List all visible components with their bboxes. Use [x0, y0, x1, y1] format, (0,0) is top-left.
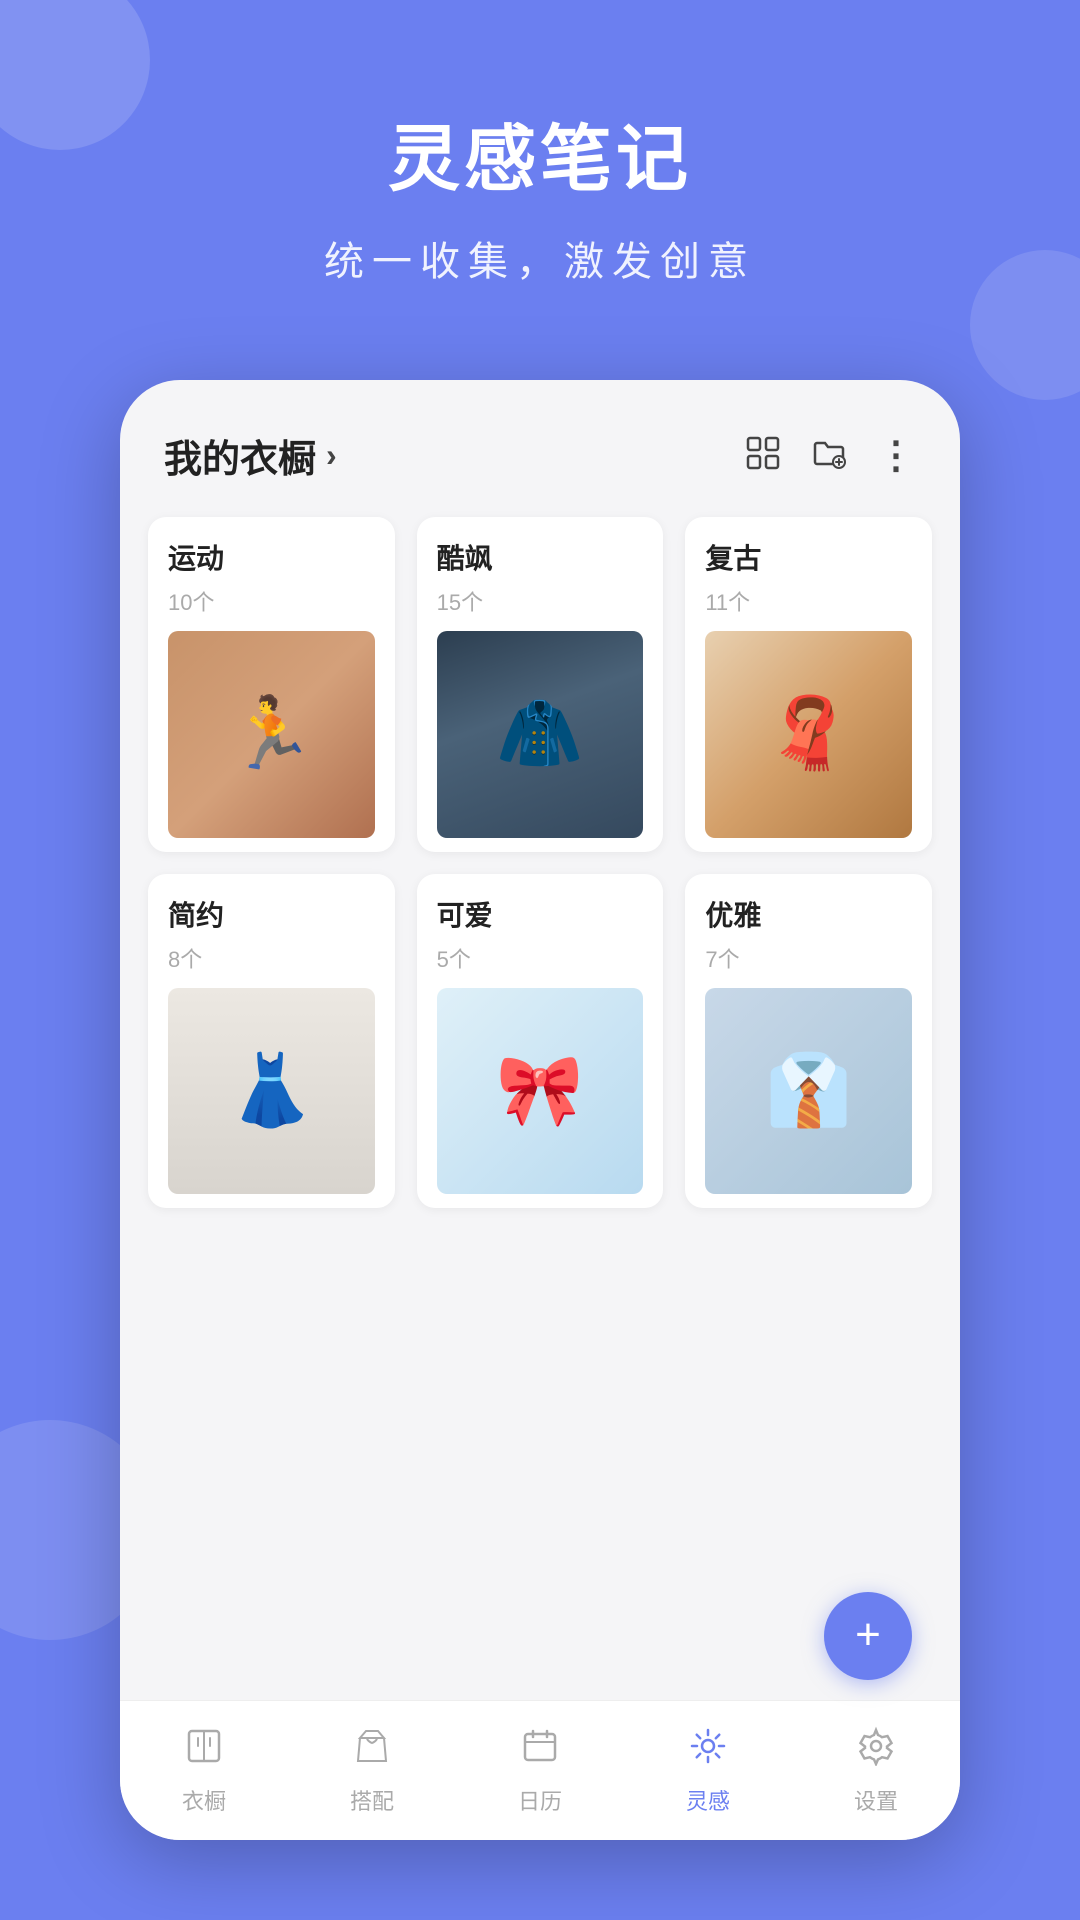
item-image-cute: 🎀: [437, 988, 644, 1195]
fab-plus-icon: +: [855, 1613, 881, 1657]
nav-label-calendar: 日历: [518, 1784, 562, 1816]
phone-card: 我的衣橱 › ⋮: [120, 380, 960, 1840]
item-count-elegant: 7个: [705, 942, 912, 974]
nav-label-match: 搭配: [350, 1784, 394, 1816]
calendar-icon: [520, 1726, 560, 1776]
item-name-elegant: 优雅: [705, 894, 912, 934]
item-name-cute: 可爱: [437, 894, 644, 934]
item-count-cool: 15个: [437, 585, 644, 617]
header-title: 灵感笔记: [40, 100, 1040, 205]
grid-item-retro[interactable]: 复古 11个 🧣: [685, 517, 932, 852]
folder-icon[interactable]: [811, 435, 847, 477]
item-count-retro: 11个: [705, 585, 912, 617]
item-image-simple: 👗: [168, 988, 375, 1195]
more-icon[interactable]: ⋮: [877, 437, 916, 475]
header-subtitle: 统一收集，激发创意: [40, 229, 1040, 287]
grid-content: 运动 10个 🏃 酷飒 15个 🧥 复古 11个 🧣 简约 8个 👗 可爱: [120, 507, 960, 1228]
grid-item-cute[interactable]: 可爱 5个 🎀: [417, 874, 664, 1209]
wardrobe-icon: [184, 1726, 224, 1776]
inspiration-icon: [688, 1726, 728, 1776]
item-image-retro: 🧣: [705, 631, 912, 838]
nav-item-wardrobe[interactable]: 衣橱: [162, 1716, 246, 1826]
toolbar-title-text: 我的衣橱: [164, 428, 316, 483]
grid-item-sport[interactable]: 运动 10个 🏃: [148, 517, 395, 852]
nav-item-settings[interactable]: 设置: [834, 1716, 918, 1826]
item-image-sport: 🏃: [168, 631, 375, 838]
fab-add-button[interactable]: +: [824, 1592, 912, 1680]
nav-label-wardrobe: 衣橱: [182, 1784, 226, 1816]
header: 灵感笔记 统一收集，激发创意: [0, 0, 1080, 347]
item-name-sport: 运动: [168, 537, 375, 577]
grid-item-simple[interactable]: 简约 8个 👗: [148, 874, 395, 1209]
chevron-icon: ›: [326, 437, 337, 474]
item-image-cool: 🧥: [437, 631, 644, 838]
grid-item-cool[interactable]: 酷飒 15个 🧥: [417, 517, 664, 852]
item-image-elegant: 👔: [705, 988, 912, 1195]
nav-item-match[interactable]: 搭配: [330, 1716, 414, 1826]
item-count-sport: 10个: [168, 585, 375, 617]
nav-item-calendar[interactable]: 日历: [498, 1716, 582, 1826]
grid-item-elegant[interactable]: 优雅 7个 👔: [685, 874, 932, 1209]
item-count-simple: 8个: [168, 942, 375, 974]
grid-view-icon[interactable]: [745, 435, 781, 477]
toolbar-title[interactable]: 我的衣橱 ›: [164, 428, 337, 483]
nav-label-inspiration: 灵感: [686, 1784, 730, 1816]
match-icon: [352, 1726, 392, 1776]
item-name-cool: 酷飒: [437, 537, 644, 577]
nav-label-settings: 设置: [854, 1784, 898, 1816]
settings-icon: [856, 1726, 896, 1776]
grid-container: 运动 10个 🏃 酷飒 15个 🧥 复古 11个 🧣 简约 8个 👗 可爱: [148, 517, 932, 1208]
item-name-retro: 复古: [705, 537, 912, 577]
bottom-nav: 衣橱 搭配 日历: [120, 1700, 960, 1840]
toolbar-icons: ⋮: [745, 435, 916, 477]
item-count-cute: 5个: [437, 942, 644, 974]
nav-item-inspiration[interactable]: 灵感: [666, 1716, 750, 1826]
toolbar: 我的衣橱 › ⋮: [120, 380, 960, 507]
item-name-simple: 简约: [168, 894, 375, 934]
